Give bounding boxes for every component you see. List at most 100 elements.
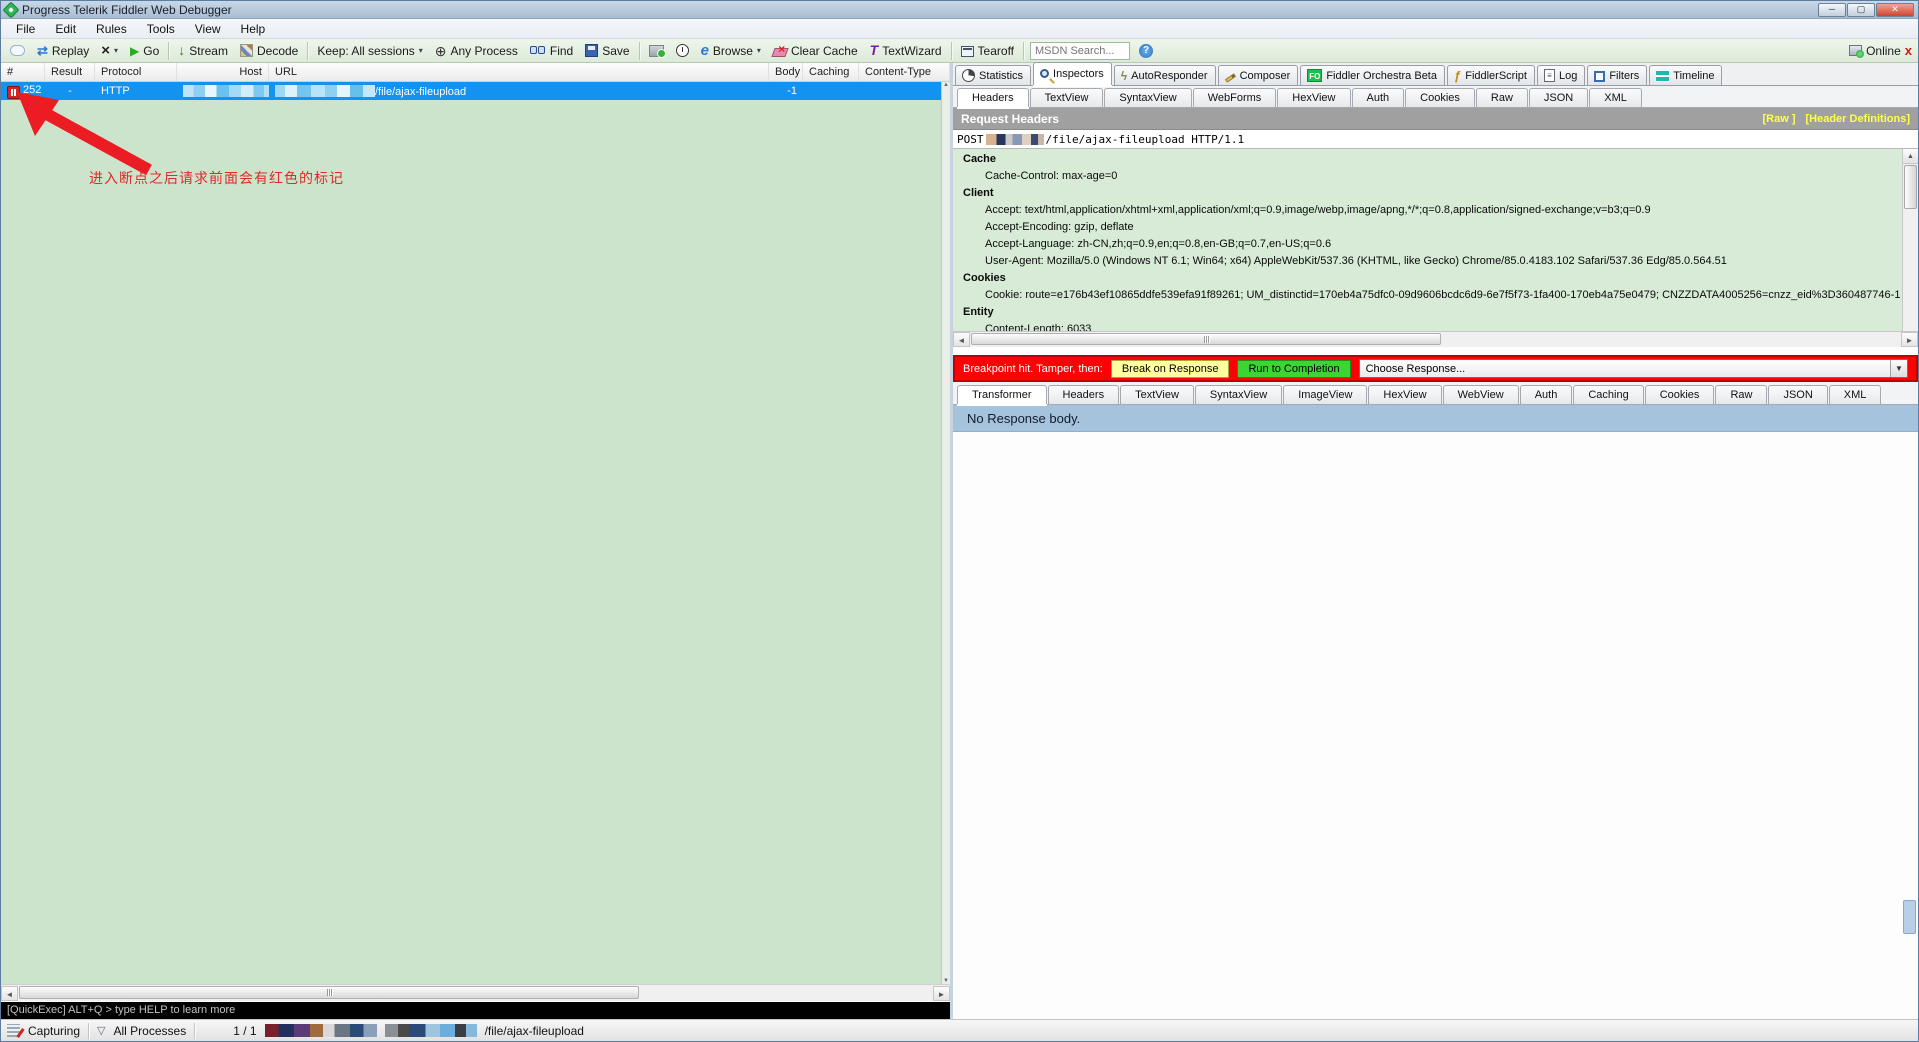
request-tab-xml[interactable]: XML bbox=[1589, 88, 1642, 107]
scroll-right-icon[interactable]: ► bbox=[933, 986, 950, 1001]
request-tab-headers[interactable]: Headers bbox=[957, 88, 1029, 107]
request-tab-webforms[interactable]: WebForms bbox=[1193, 88, 1277, 107]
request-tab-textview[interactable]: TextView bbox=[1030, 88, 1104, 107]
help-button[interactable]: ? bbox=[1136, 43, 1156, 59]
close-toolbar-icon[interactable]: x bbox=[1905, 44, 1912, 58]
request-tab-hexview[interactable]: HexView bbox=[1277, 88, 1350, 107]
close-button[interactable]: ✕ bbox=[1876, 3, 1914, 17]
find-button[interactable]: Find bbox=[527, 43, 576, 59]
header-group-cookies[interactable]: Cookies bbox=[953, 270, 1918, 287]
tab-autoresponder[interactable]: ϟAutoResponder bbox=[1114, 65, 1216, 85]
menu-tools[interactable]: Tools bbox=[138, 20, 184, 38]
tab-inspectors[interactable]: Inspectors bbox=[1033, 62, 1112, 85]
header-item[interactable]: User-Agent: Mozilla/5.0 (Windows NT 6.1;… bbox=[953, 253, 1918, 270]
request-tab-syntaxview[interactable]: SyntaxView bbox=[1104, 88, 1191, 107]
browse-button[interactable]: eBrowse▾ bbox=[698, 43, 764, 59]
scroll-right-icon[interactable]: ► bbox=[1901, 332, 1918, 347]
response-tab-json[interactable]: JSON bbox=[1768, 385, 1827, 404]
tab-fiddler-orchestra[interactable]: FOFiddler Orchestra Beta bbox=[1300, 65, 1445, 85]
comment-button[interactable] bbox=[7, 44, 28, 57]
header-group-entity[interactable]: Entity bbox=[953, 304, 1918, 321]
tab-timeline[interactable]: Timeline bbox=[1649, 65, 1722, 85]
keep-sessions-dropdown[interactable]: Keep: All sessions▾ bbox=[314, 43, 425, 59]
clear-cache-button[interactable]: Clear Cache bbox=[770, 43, 861, 59]
column-result[interactable]: Result bbox=[45, 63, 95, 81]
response-tab-transformer[interactable]: Transformer bbox=[957, 385, 1047, 404]
response-tab-webview[interactable]: WebView bbox=[1443, 385, 1519, 404]
response-tab-auth[interactable]: Auth bbox=[1520, 385, 1573, 404]
column-protocol[interactable]: Protocol bbox=[95, 63, 177, 81]
tab-composer[interactable]: Composer bbox=[1218, 65, 1299, 85]
choose-response-dropdown[interactable]: Choose Response... ▼ bbox=[1359, 359, 1908, 378]
menu-help[interactable]: Help bbox=[232, 20, 275, 38]
capturing-label[interactable]: Capturing bbox=[28, 1024, 80, 1038]
scroll-left-icon[interactable]: ◄ bbox=[953, 332, 970, 347]
header-item[interactable]: Accept-Language: zh-CN,zh;q=0.9,en;q=0.8… bbox=[953, 236, 1918, 253]
column-caching[interactable]: Caching bbox=[803, 63, 859, 81]
screenshot-button[interactable] bbox=[646, 44, 667, 58]
save-button[interactable]: Save bbox=[582, 43, 632, 59]
response-tab-raw[interactable]: Raw bbox=[1715, 385, 1767, 404]
replay-button[interactable]: ⇄Replay bbox=[34, 43, 92, 59]
scrollbar-thumb[interactable] bbox=[1904, 165, 1917, 209]
column-number[interactable]: # bbox=[1, 63, 45, 81]
request-tab-auth[interactable]: Auth bbox=[1352, 88, 1405, 107]
tearoff-button[interactable]: Tearoff bbox=[958, 43, 1017, 59]
response-tab-textview[interactable]: TextView bbox=[1120, 385, 1194, 404]
menu-rules[interactable]: Rules bbox=[87, 20, 136, 38]
menu-view[interactable]: View bbox=[186, 20, 230, 38]
scrollbar-thumb[interactable] bbox=[1903, 900, 1916, 934]
process-filter-label[interactable]: All Processes bbox=[114, 1024, 187, 1038]
response-tab-headers[interactable]: Headers bbox=[1048, 385, 1120, 404]
maximize-button[interactable]: ▢ bbox=[1847, 3, 1875, 17]
header-item[interactable]: Accept: text/html,application/xhtml+xml,… bbox=[953, 202, 1918, 219]
raw-link[interactable]: [Raw ] bbox=[1762, 113, 1795, 125]
session-list-vertical-scrollbar[interactable]: ▲ ▼ bbox=[941, 82, 950, 984]
msdn-search-input[interactable] bbox=[1030, 42, 1130, 60]
stream-button[interactable]: ↓Stream bbox=[175, 43, 231, 59]
headers-horizontal-scrollbar[interactable]: ◄ ► bbox=[953, 331, 1918, 347]
header-item[interactable]: Cache-Control: max-age=0 bbox=[953, 168, 1918, 185]
response-tab-cookies[interactable]: Cookies bbox=[1645, 385, 1715, 404]
any-process-button[interactable]: ⊕Any Process bbox=[432, 43, 521, 59]
response-tab-caching[interactable]: Caching bbox=[1573, 385, 1643, 404]
header-item[interactable]: Accept-Encoding: gzip, deflate bbox=[953, 219, 1918, 236]
header-definitions-link[interactable]: [Header Definitions] bbox=[1805, 113, 1910, 125]
remove-sessions-button[interactable]: ×▾ bbox=[98, 43, 121, 59]
scrollbar-thumb[interactable] bbox=[971, 333, 1441, 345]
response-tab-imageview[interactable]: ImageView bbox=[1283, 385, 1367, 404]
column-body[interactable]: Body bbox=[769, 63, 803, 81]
header-group-cache[interactable]: Cache bbox=[953, 151, 1918, 168]
menu-file[interactable]: File bbox=[7, 20, 44, 38]
response-tab-xml[interactable]: XML bbox=[1829, 385, 1882, 404]
tab-statistics[interactable]: Statistics bbox=[955, 65, 1031, 85]
header-group-client[interactable]: Client bbox=[953, 185, 1918, 202]
request-tab-raw[interactable]: Raw bbox=[1476, 88, 1528, 107]
tab-fiddlerscript[interactable]: ƒFiddlerScript bbox=[1447, 65, 1535, 85]
column-host[interactable]: Host bbox=[177, 63, 269, 81]
headers-vertical-scrollbar[interactable]: ▲ bbox=[1902, 149, 1918, 331]
session-list-horizontal-scrollbar[interactable]: ◄ ► bbox=[1, 984, 950, 1001]
run-to-completion-button[interactable]: Run to Completion bbox=[1237, 360, 1350, 378]
timer-button[interactable] bbox=[673, 43, 692, 58]
column-url[interactable]: URL bbox=[269, 63, 769, 81]
decode-button[interactable]: Decode bbox=[237, 43, 301, 59]
textwizard-button[interactable]: TTextWizard bbox=[867, 43, 945, 59]
toolbar-separator bbox=[168, 42, 169, 60]
header-item[interactable]: Cookie: route=e176b43ef10865ddfe539efa91… bbox=[953, 287, 1918, 304]
response-tab-hexview[interactable]: HexView bbox=[1368, 385, 1441, 404]
tab-log[interactable]: ≡Log bbox=[1537, 65, 1585, 85]
column-content-type[interactable]: Content-Type bbox=[859, 63, 950, 81]
scroll-left-icon[interactable]: ◄ bbox=[1, 986, 18, 1001]
header-item[interactable]: Content-Length: 6033 bbox=[953, 321, 1918, 331]
break-on-response-button[interactable]: Break on Response bbox=[1111, 360, 1230, 378]
minimize-button[interactable]: ─ bbox=[1818, 3, 1846, 17]
request-tab-cookies[interactable]: Cookies bbox=[1405, 88, 1475, 107]
tab-filters[interactable]: Filters bbox=[1587, 65, 1647, 85]
response-tab-syntaxview[interactable]: SyntaxView bbox=[1195, 385, 1282, 404]
quickexec-bar[interactable]: [QuickExec] ALT+Q > type HELP to learn m… bbox=[1, 1001, 950, 1019]
menu-edit[interactable]: Edit bbox=[46, 20, 85, 38]
scrollbar-thumb[interactable] bbox=[19, 986, 639, 999]
request-tab-json[interactable]: JSON bbox=[1529, 88, 1588, 107]
go-button[interactable]: ▶Go bbox=[127, 43, 162, 59]
